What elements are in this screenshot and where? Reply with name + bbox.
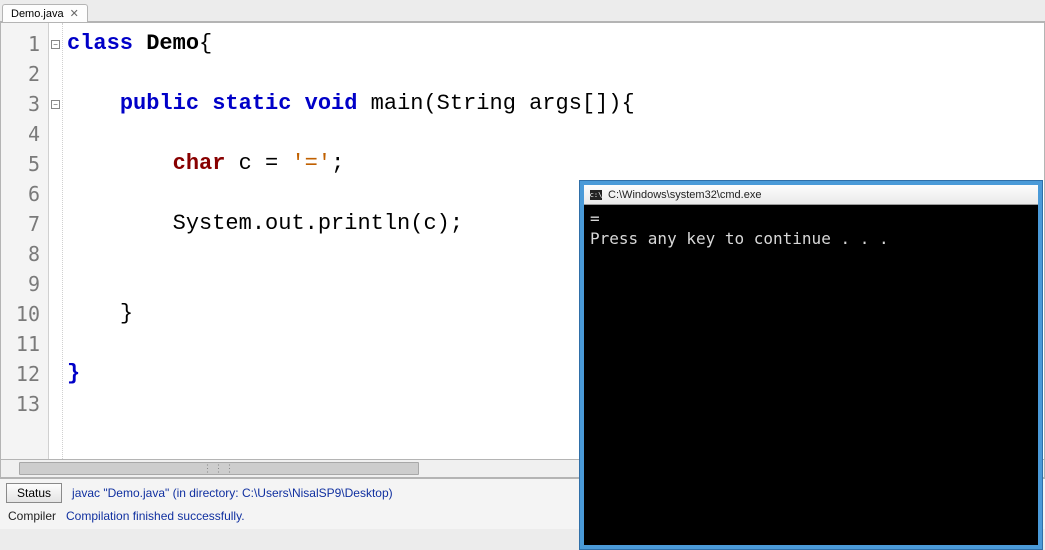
code-line: class Demo{ bbox=[67, 29, 1044, 59]
line-number: 1 bbox=[1, 29, 48, 59]
file-tab-demo[interactable]: Demo.java ✕ bbox=[2, 4, 88, 22]
cmd-titlebar[interactable]: c:\ C:\Windows\system32\cmd.exe bbox=[584, 185, 1038, 205]
compiler-label: Compiler bbox=[6, 509, 56, 523]
fold-marker[interactable] bbox=[49, 209, 62, 239]
fold-marker[interactable] bbox=[49, 149, 62, 179]
line-number: 9 bbox=[1, 269, 48, 299]
line-number: 4 bbox=[1, 119, 48, 149]
tab-bar: Demo.java ✕ bbox=[0, 0, 1045, 22]
line-number: 10 bbox=[1, 299, 48, 329]
fold-marker[interactable]: − bbox=[49, 29, 62, 59]
line-number: 2 bbox=[1, 59, 48, 89]
cmd-window[interactable]: c:\ C:\Windows\system32\cmd.exe = Press … bbox=[580, 181, 1042, 549]
code-line: char c = '='; bbox=[67, 149, 1044, 179]
cmd-title-text: C:\Windows\system32\cmd.exe bbox=[608, 189, 761, 201]
fold-gutter: −− bbox=[49, 23, 63, 459]
line-number: 13 bbox=[1, 389, 48, 419]
line-number: 5 bbox=[1, 149, 48, 179]
cmd-output: = Press any key to continue . . . bbox=[584, 205, 1038, 253]
fold-marker[interactable] bbox=[49, 299, 62, 329]
status-button[interactable]: Status bbox=[6, 483, 62, 503]
fold-marker[interactable]: − bbox=[49, 89, 62, 119]
line-number: 12 bbox=[1, 359, 48, 389]
compile-result-text: Compilation finished successfully. bbox=[66, 509, 245, 523]
fold-marker[interactable] bbox=[49, 59, 62, 89]
line-number: 8 bbox=[1, 239, 48, 269]
fold-marker[interactable] bbox=[49, 239, 62, 269]
line-number: 6 bbox=[1, 179, 48, 209]
fold-marker[interactable] bbox=[49, 389, 62, 419]
scrollbar-thumb[interactable]: ⋮⋮⋮ bbox=[19, 462, 419, 475]
code-line bbox=[67, 119, 1044, 149]
cmd-icon: c:\ bbox=[590, 190, 602, 200]
code-line: public static void main(String args[]){ bbox=[67, 89, 1044, 119]
line-number: 3 bbox=[1, 89, 48, 119]
tab-filename: Demo.java bbox=[11, 8, 64, 20]
close-icon[interactable]: ✕ bbox=[70, 7, 79, 20]
line-number: 11 bbox=[1, 329, 48, 359]
fold-marker[interactable] bbox=[49, 179, 62, 209]
code-line bbox=[67, 59, 1044, 89]
fold-marker[interactable] bbox=[49, 269, 62, 299]
fold-marker[interactable] bbox=[49, 329, 62, 359]
fold-marker[interactable] bbox=[49, 119, 62, 149]
line-number: 7 bbox=[1, 209, 48, 239]
compile-command-text: javac "Demo.java" (in directory: C:\User… bbox=[72, 486, 393, 500]
fold-marker[interactable] bbox=[49, 359, 62, 389]
line-number-gutter: 12345678910111213 bbox=[1, 23, 49, 459]
